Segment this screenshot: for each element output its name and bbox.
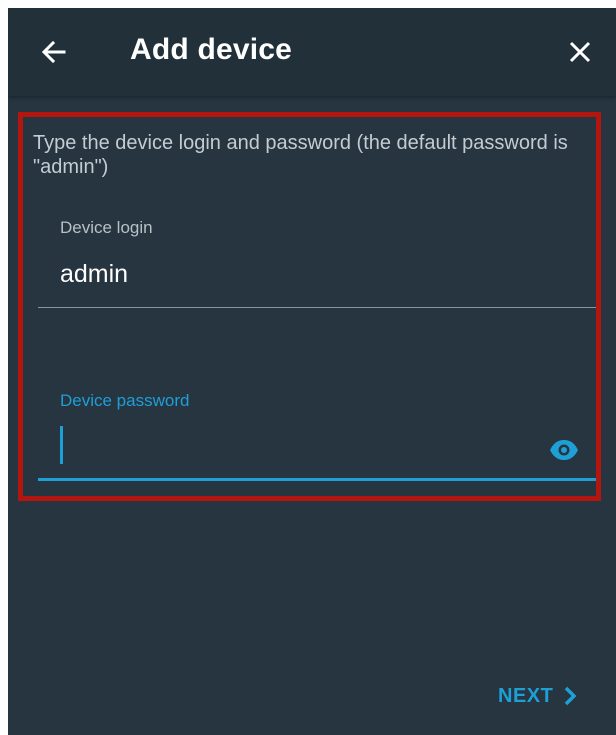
page-title: Add device xyxy=(130,33,293,66)
close-button[interactable] xyxy=(560,32,600,72)
next-button-label: NEXT xyxy=(498,684,554,707)
back-button[interactable] xyxy=(34,32,74,72)
arrow-left-icon xyxy=(41,40,66,64)
close-icon xyxy=(569,41,591,63)
next-button[interactable]: NEXT xyxy=(498,676,577,716)
highlight-box xyxy=(18,112,601,501)
chevron-right-icon xyxy=(565,686,577,706)
add-device-screen: Add device Type the device login and pas… xyxy=(8,8,616,735)
app-bar: Add device xyxy=(8,8,616,96)
